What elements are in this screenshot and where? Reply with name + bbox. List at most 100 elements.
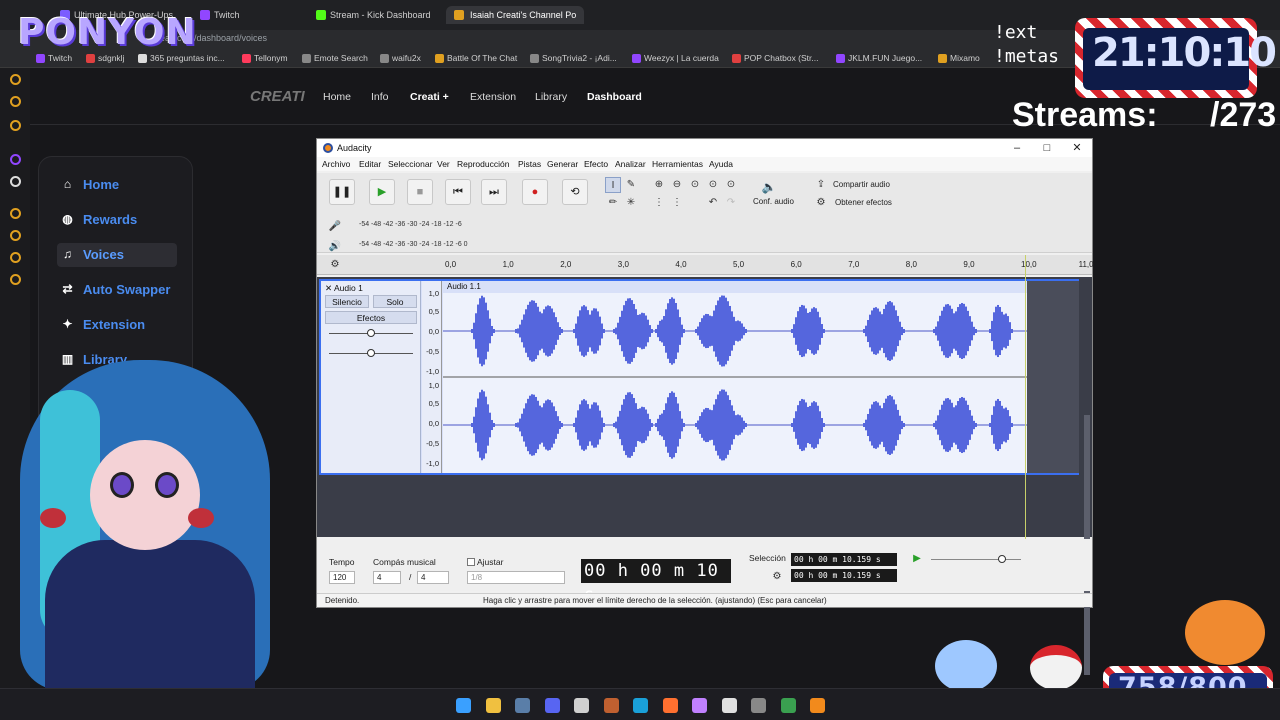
tempo-field[interactable]: 120 xyxy=(329,571,355,584)
menu-item[interactable]: Herramientas xyxy=(652,159,703,169)
track-name[interactable]: ✕ Audio 1 xyxy=(325,283,363,294)
share-icon[interactable]: ⇪ xyxy=(813,177,829,193)
skip-start-button[interactable]: ⏮ xyxy=(445,179,471,205)
pen-icon[interactable] xyxy=(603,698,619,713)
site-logo[interactable]: CREATI xyxy=(250,88,305,105)
menu-item[interactable]: Archivo xyxy=(322,159,350,169)
side-menu-item[interactable]: ⌂ Home xyxy=(57,173,177,197)
file-explorer-icon[interactable] xyxy=(485,698,501,713)
share-audio-button[interactable]: Compartir audio xyxy=(833,180,890,189)
menu-item[interactable]: Efecto xyxy=(584,159,608,169)
spreadsheet-icon[interactable] xyxy=(780,698,796,713)
fit-project-icon[interactable]: ⊙ xyxy=(705,177,721,193)
x-icon[interactable] xyxy=(10,176,21,187)
snap-dropdown[interactable]: 1/8 xyxy=(467,571,565,584)
rail-icon[interactable] xyxy=(10,74,21,85)
play-at-speed-icon[interactable]: ▶ xyxy=(909,551,925,567)
bookmark[interactable]: Tellonym xyxy=(242,53,288,63)
menu-item[interactable]: Generar xyxy=(547,159,578,169)
gear-icon[interactable] xyxy=(10,274,21,285)
bookmark[interactable]: waifu2x xyxy=(380,53,421,63)
speaker-icon[interactable]: 🔈 xyxy=(761,179,777,195)
nav-link[interactable]: Creati + xyxy=(410,91,449,103)
bookmark[interactable]: sdgnklj xyxy=(86,53,124,63)
rail-icon[interactable] xyxy=(10,252,21,263)
stop-button[interactable]: ■ xyxy=(407,179,433,205)
plugin-icon[interactable]: ⚙ xyxy=(813,195,829,211)
silence-icon[interactable]: ⋮ xyxy=(669,195,685,211)
bookmark[interactable]: Battle Of The Chat xyxy=(435,53,517,63)
twitch-icon[interactable] xyxy=(10,154,21,165)
mute-button[interactable]: Silencio xyxy=(325,295,369,308)
gain-slider-thumb[interactable] xyxy=(367,329,375,337)
selection-settings-icon[interactable]: ⚙ xyxy=(769,569,785,585)
undo-icon[interactable]: ↶ xyxy=(705,195,721,211)
time-signature-numerator[interactable]: 4 xyxy=(373,571,401,584)
zoom-in-icon[interactable]: ⊕ xyxy=(651,177,667,193)
timeline-ruler[interactable]: ⚙ 0,0 1,0 2,0 3,0 4,0 5,0 6,0 7,0 8,0 9,0 10,0 11,0 xyxy=(317,255,1094,275)
microphone-icon[interactable]: 🎤 xyxy=(327,219,343,235)
tracks-area[interactable]: ✕ Audio 1 Silencio Solo Efectos 1,0 0,5 0,… xyxy=(317,277,1092,675)
menu-item[interactable]: Editar xyxy=(359,159,381,169)
playback-meter[interactable]: -54 -48 -42 -36 -30 -24 -18 -12 -6 0 xyxy=(359,241,468,253)
bookmark[interactable]: SongTrivia2 - ¡Adi... xyxy=(530,53,617,63)
rail-icon[interactable] xyxy=(10,230,21,241)
windows-start-icon[interactable] xyxy=(456,698,471,713)
side-menu-item[interactable]: ⇄ Auto Swapper xyxy=(57,278,177,302)
vscode-icon[interactable] xyxy=(721,698,737,713)
timeline-settings-icon[interactable]: ⚙ xyxy=(327,257,343,273)
zoom-out-icon[interactable]: ⊖ xyxy=(669,177,685,193)
effects-button[interactable]: Efectos xyxy=(325,311,417,324)
time-signature-denominator[interactable]: 4 xyxy=(417,571,449,584)
fit-selection-icon[interactable]: ⊙ xyxy=(687,177,703,193)
bookmark[interactable]: Twitch xyxy=(36,53,72,63)
audacity-icon[interactable] xyxy=(810,698,825,713)
playback-speed-thumb[interactable] xyxy=(998,555,1006,563)
nav-link[interactable]: Library xyxy=(535,91,567,103)
nav-link[interactable]: Extension xyxy=(470,91,516,103)
minimize-icon[interactable]: – xyxy=(1002,139,1032,157)
obs-icon[interactable] xyxy=(751,698,766,713)
menu-item[interactable]: Ayuda xyxy=(709,159,733,169)
time-display[interactable]: 00 h 00 m 10 s xyxy=(581,559,731,605)
nav-link[interactable]: Info xyxy=(371,91,389,103)
audio-setup-button[interactable]: Conf. audio xyxy=(753,197,794,206)
close-icon[interactable]: ✕ xyxy=(1062,139,1092,157)
get-effects-button[interactable]: Obtener efectos xyxy=(835,198,892,207)
menu-item[interactable]: Seleccionar xyxy=(388,159,432,169)
clip-title[interactable]: Audio 1.1 xyxy=(443,281,1027,293)
bookmark[interactable]: 365 preguntas inc... xyxy=(138,53,225,63)
edge-icon[interactable] xyxy=(633,698,648,713)
rail-icon[interactable] xyxy=(10,96,21,107)
rail-icon[interactable] xyxy=(10,208,21,219)
menu-item[interactable]: Analizar xyxy=(615,159,646,169)
playback-speaker-icon[interactable]: 🔊 xyxy=(327,239,343,255)
multi-tool-icon[interactable]: ✳ xyxy=(623,195,639,211)
discord-icon[interactable] xyxy=(544,698,560,713)
browser-tab[interactable]: Twitch xyxy=(200,6,240,24)
side-menu-item[interactable]: ◍ Rewards xyxy=(57,208,177,232)
bookmark[interactable]: Weezyx | La cuerda xyxy=(632,53,719,63)
bookmark[interactable]: POP Chatbox (Str... xyxy=(732,53,819,63)
record-button[interactable]: ● xyxy=(522,179,548,205)
bookmark[interactable]: Mixamo xyxy=(938,53,980,63)
pause-button[interactable]: ❚❚ xyxy=(329,179,355,205)
menu-item[interactable]: Pistas xyxy=(518,159,541,169)
rail-icon[interactable] xyxy=(10,120,21,131)
draw-tool-icon[interactable]: ✏ xyxy=(605,195,621,211)
side-menu-item[interactable]: ✦ Extension xyxy=(57,313,177,337)
solo-button[interactable]: Solo xyxy=(373,295,417,308)
maximize-icon[interactable]: □ xyxy=(1032,139,1062,157)
redo-icon[interactable]: ↷ xyxy=(723,195,739,211)
audio-track[interactable]: ✕ Audio 1 Silencio Solo Efectos 1,0 0,5 0,… xyxy=(319,279,1079,475)
menu-item[interactable]: Ver xyxy=(437,159,450,169)
bookmark[interactable]: JKLM.FUN Juego... xyxy=(836,53,922,63)
browser-tab[interactable]: Stream - Kick Dashboard xyxy=(316,6,431,24)
browser-tab[interactable]: Isaiah Creati's Channel Po xyxy=(446,6,585,24)
chatgpt-icon[interactable] xyxy=(574,698,589,713)
selection-end-time[interactable]: 00 h 00 m 10.159 s xyxy=(791,569,897,582)
bookmark[interactable]: Emote Search xyxy=(302,53,368,63)
envelope-tool-icon[interactable]: ✎ xyxy=(623,177,639,193)
trim-icon[interactable]: ⋮ xyxy=(651,195,667,211)
steam-icon[interactable] xyxy=(515,698,530,713)
